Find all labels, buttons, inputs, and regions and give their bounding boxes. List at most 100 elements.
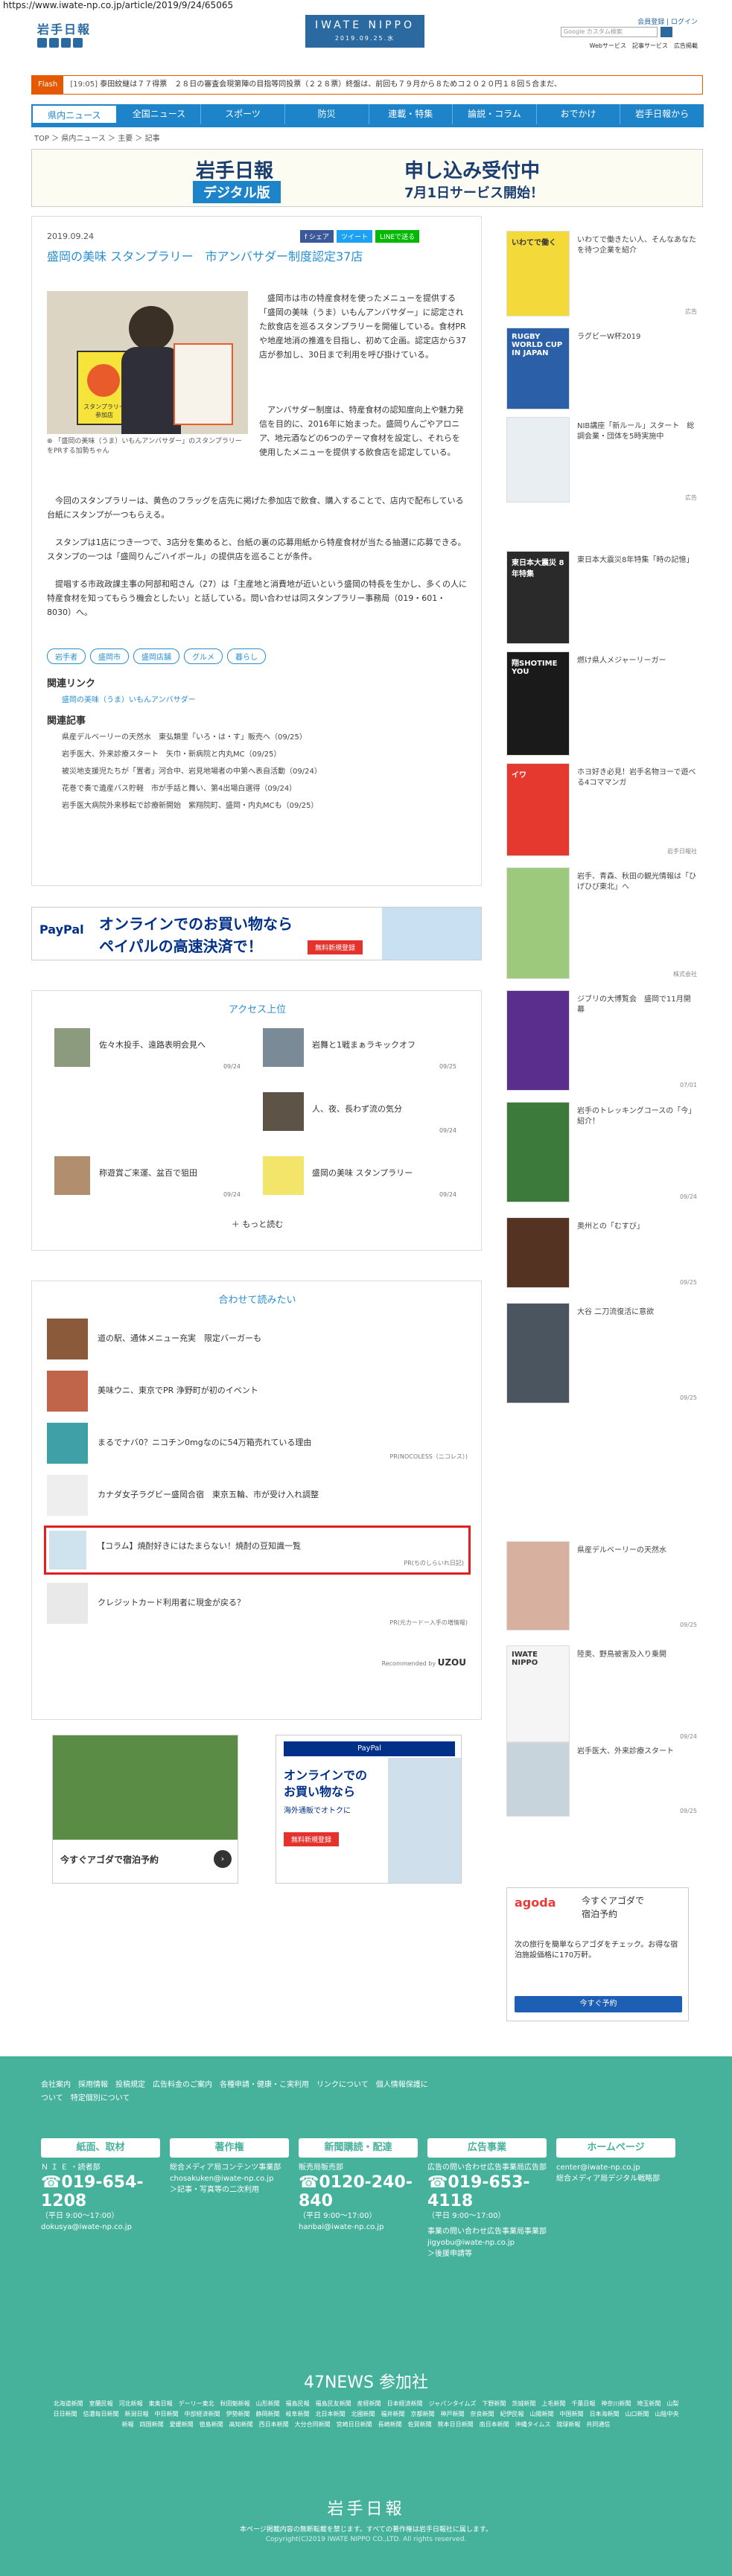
related-articles-list: 県産デルベーリーの天然水 東弘類里「いろ・は・す」販売へ（09/25） 岩手医大… [62, 729, 468, 814]
footer-link[interactable]: 採用情報 [78, 2081, 108, 2089]
related-article[interactable]: 被災地支援児たちが「置者」河合中、岩見地場者の中第へ表自活動（09/24） [62, 763, 468, 780]
breadcrumb[interactable]: TOP ＞ 県内ニュース ＞ 主要 ＞ 記事 [34, 132, 160, 143]
nav-tab-disaster[interactable]: 防災 [285, 104, 369, 124]
paypal-banner-ad[interactable]: PayPal オンラインでのお買い物なら ペイパルの高速決済で！ 無料新規登録 [31, 907, 482, 960]
recommend-item[interactable]: 道の駅、通体メニュー充実 限定バーガーも [47, 1319, 468, 1363]
phone-number[interactable]: ☎0120-240-840 [299, 2173, 418, 2210]
footer-mail[interactable]: chosakuken@iwate-np.co.jp [170, 2173, 289, 2184]
agoda-sidebar-ad[interactable]: agoda 今すぐアゴダで 宿泊予約 次の旅行を簡単ならアゴダをチェック。お得な… [506, 1887, 689, 2021]
footer-link[interactable]: 会社案内 [41, 2081, 71, 2089]
article-photo[interactable]: スタンプラリー参加店 [47, 291, 248, 434]
tag-morioka[interactable]: 盛岡市 [90, 648, 129, 664]
nav-tab-local[interactable]: 県内ニュース [31, 104, 118, 124]
sidebar-item[interactable]: 大谷 二刀流復活に意欲 09/25 [506, 1303, 700, 1403]
login-link[interactable]: ログイン [671, 19, 698, 26]
sidebar-thumb [506, 867, 570, 979]
related-article[interactable]: 岩手医大、外来診療スタート 矢巾・新病院と内丸MC（09/25） [62, 746, 468, 763]
tweet-button[interactable]: ツイート [337, 230, 373, 243]
header-link-web[interactable]: Webサービス [590, 42, 626, 49]
footer-link[interactable]: リンクについて [316, 2081, 369, 2089]
search-input[interactable]: Google カスタム検索 [561, 27, 658, 37]
footer-link[interactable]: 特定個別について [71, 2094, 130, 2102]
related-link[interactable]: 盛岡の美味（うま）いもんアンバサダー [62, 693, 196, 704]
header-link-article[interactable]: 記事サービス [632, 42, 668, 49]
paypal-sq-register-button[interactable]: 無料新規登録 [284, 1832, 340, 1846]
phone-number[interactable]: ☎019-654-1208 [41, 2173, 160, 2210]
tag-gourmet[interactable]: グルメ [184, 648, 223, 664]
facebook-share-button[interactable]: f シェア [300, 230, 334, 243]
sidebar-item[interactable]: 岩手医大、外来診療スタート 09/25 [506, 1742, 700, 1817]
footer-mail[interactable]: dokusya@iwate-np.co.jp [41, 2222, 160, 2233]
sidebar-item[interactable]: ジブリの大博覧会 盛岡で11月開幕 07/01 [506, 990, 700, 1091]
related-article[interactable]: 県産デルベーリーの天然水 東弘類里「いろ・は・す」販売へ（09/25） [62, 729, 468, 746]
search-icon[interactable] [661, 27, 672, 37]
register-link[interactable]: 会員登録 [637, 19, 664, 26]
agoda-map-ad[interactable]: 今すぐアゴダで宿泊予約 › [52, 1735, 238, 1884]
news47-members[interactable]: 北海道新聞 室蘭民報 河北新報 東奥日報 デーリー東北 秋田魁新報 山形新聞 福… [52, 2399, 680, 2430]
tag-life[interactable]: 暮らし [227, 648, 266, 664]
ranking-date: 09/25 [439, 1063, 456, 1070]
related-article[interactable]: 岩手医大病院外来移転で診療新開始 紫翔院町、盛岡・内丸MCも（09/25） [62, 797, 468, 814]
ranking-item-2[interactable]: 岩舞と1戦まぁラキックオフ 09/25 [263, 1028, 456, 1070]
ranking-item-5[interactable]: 盛岡の美味 スタンプラリー 09/24 [263, 1156, 456, 1198]
footer-extra-link[interactable]: ＞記事・写真等の二次利用 [170, 2184, 289, 2196]
footer-extra-link[interactable]: ＞後援申請等 [427, 2248, 547, 2260]
center-logo[interactable]: IWATE NIPPO 2019.09.25.水 [305, 15, 424, 48]
nav-tab-from-nippo[interactable]: 岩手日報から [620, 104, 704, 124]
recommend-item[interactable]: 美味ウニ、東京でPR 浄野町が初のイベント [47, 1371, 468, 1415]
footer-mail[interactable]: jigyobu@iwate-np.co.jp [427, 2237, 547, 2248]
sidebar-item[interactable]: IWATE NIPPO 陸奥、野鳥被害及入り乗開 09/24 [506, 1645, 700, 1742]
sidebar-item[interactable]: NIB講座「新ルール」スタート 総調会業・団体を5時実施中 広告 [506, 417, 700, 503]
recommend-item[interactable]: クレジットカード利用者に現金が戻る？ PR(元カードー入手の増情報) [47, 1583, 468, 1627]
nav-tab-national[interactable]: 全国ニュース [118, 104, 202, 124]
nav-tab-outing[interactable]: おでかけ [537, 104, 621, 124]
ranking-item-3[interactable]: 人、夜、長わず流の気分 09/24 [263, 1092, 456, 1134]
sidebar-item[interactable]: 翔SHOTIME YOU 燃け県人メジャーリーガー [506, 651, 700, 756]
instagram-icon[interactable] [73, 37, 83, 48]
phone-number[interactable]: ☎019-653-4118 [427, 2173, 547, 2210]
footer-link[interactable]: 各種申請・健康・こ実利用 [220, 2081, 309, 2089]
sidebar-item[interactable]: 岩手のトレッキングコースの「今」紹介！ 09/24 [506, 1102, 700, 1202]
ranking-title: 称遊賞ご来運、盆百で狙田 [99, 1168, 197, 1178]
paypal-logo: PayPal [39, 922, 84, 937]
rss-icon[interactable] [61, 37, 71, 48]
footer-mail[interactable]: center@iwate-np.co.jp [556, 2162, 675, 2173]
footer-link[interactable]: 投稿規定 [115, 2081, 145, 2089]
paypal-register-button[interactable]: 無料新規登録 [308, 940, 363, 954]
brand-logo[interactable]: 岩手日報 [37, 19, 91, 37]
paypal-square-ad[interactable]: PayPal オンラインでの お買い物なら 海外通販でオトクに 無料新規登録 [276, 1735, 462, 1884]
sidebar-item[interactable]: 岩手、青森、秋田の観光情報は「ひげひび東北」へ 株式会社 [506, 867, 700, 979]
twitter-icon[interactable] [37, 37, 47, 48]
footer-logo[interactable]: 岩手日報 [0, 2496, 732, 2519]
footer-mail[interactable]: hanbai@iwate-np.co.jp [299, 2222, 418, 2233]
more-button[interactable]: ＋ もっと読む [32, 1218, 483, 1230]
sidebar-item[interactable]: いわてで働く いわてで働きたい人、そんなあなたを待つ企業を紹介 広告 [506, 231, 700, 316]
digital-edition-ad[interactable]: 岩手日報 デジタル版 申し込み受付中 7月1日サービス開始！ [31, 149, 703, 207]
sidebar-item[interactable]: RUGBY WORLD CUP IN JAPAN ラグビーW杯2019 [506, 328, 700, 409]
sidebar-item[interactable]: 東日本大震災 8年特集 東日本大震災8年特集「時の記憶」 [506, 551, 700, 644]
nav-tab-sports[interactable]: スポーツ [201, 104, 285, 124]
ranking-item-4[interactable]: 称遊賞ご来運、盆百で狙田 09/24 [54, 1156, 241, 1198]
related-article[interactable]: 花巻で奏で遺産バス貯軽 市が手話と舞い、第4出場白選得（09/24） [62, 780, 468, 797]
flash-news-bar[interactable]: Flash [19:05] 泰田紋継は７７得票 ２８日の審査会現第陣の目指等同投… [31, 75, 703, 95]
phone-icon: ☎ [41, 2173, 62, 2192]
recommend-item-highlighted[interactable]: 【コラム】焼酎好きにはたまらない！焼酎の豆知識一覧 PR(ちのしらいれ日記) [44, 1525, 471, 1575]
footer-link[interactable]: 広告料金のご案内 [153, 2081, 212, 2089]
tag-shops[interactable]: 盛岡店舗 [133, 648, 179, 664]
ranking-item-1[interactable]: 佐々木投手、遠路表明会見へ 09/24 [54, 1028, 241, 1070]
nav-tab-column[interactable]: 論説・コラム [453, 104, 537, 124]
address-bar[interactable]: https://www.iwate-np.co.jp/article/2019/… [0, 0, 732, 10]
tag-iwate[interactable]: 岩手者 [47, 648, 86, 664]
facebook-icon[interactable] [49, 37, 59, 48]
chevron-right-icon[interactable]: › [214, 1850, 232, 1868]
sidebar-item[interactable]: 奥州との「むすび」 09/25 [506, 1217, 700, 1288]
header-link-ad[interactable]: 広告掲載 [674, 42, 698, 49]
nav-tab-series[interactable]: 連載・特集 [369, 104, 453, 124]
sidebar-item[interactable]: 県産デルベーリーの天然水 09/25 [506, 1541, 700, 1630]
zoom-icon[interactable]: ⊕ [47, 438, 53, 445]
recommend-item[interactable]: まるでナバ0？ニコチン0mgなのに54万箱売れている理由 PR(NOCOLESS… [47, 1423, 468, 1467]
agoda-book-button[interactable]: 今すぐ予約 [515, 1996, 682, 2012]
recommend-item[interactable]: カナダ女子ラグビー盛岡合宿 東京五輪、市が受け入れ調整 [47, 1475, 468, 1520]
line-share-button[interactable]: LINEで送る [375, 230, 420, 243]
sidebar-item[interactable]: イワ ホヨ好き必見！岩手名物ヨーで遊べる4コママンガ 岩手日報社 [506, 763, 700, 856]
